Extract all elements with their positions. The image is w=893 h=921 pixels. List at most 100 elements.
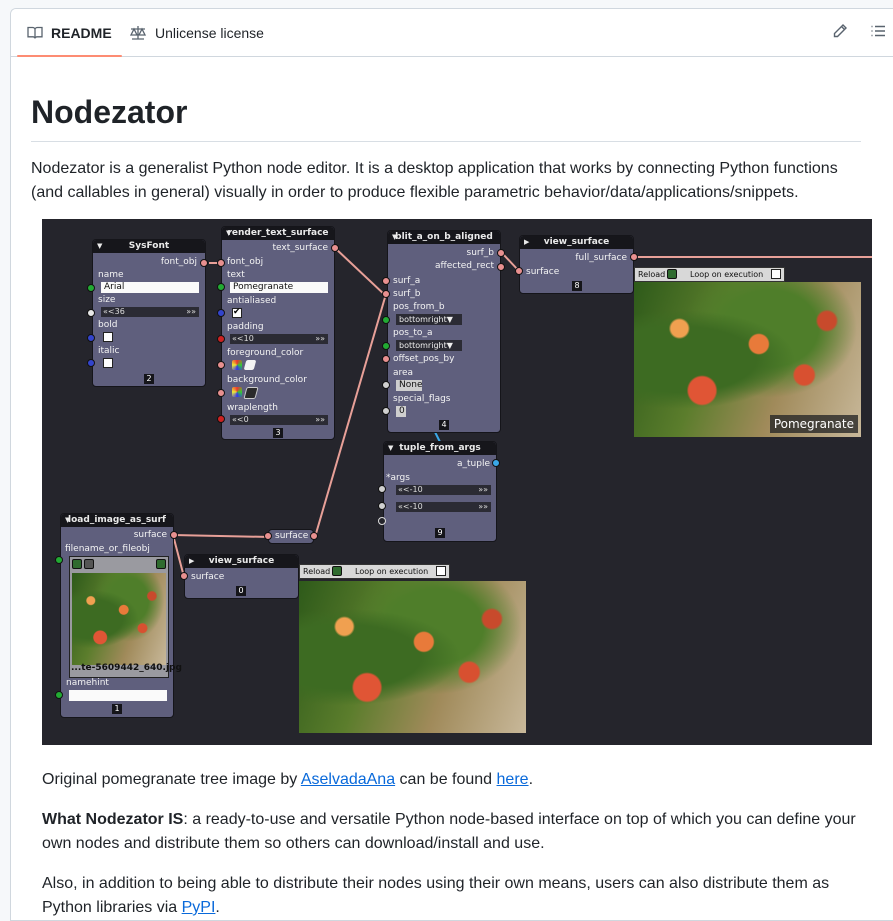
sysfont-name-field[interactable]: Arial [101, 282, 199, 293]
render-wrap-label: wraplength [227, 403, 278, 413]
socket[interactable] [497, 249, 505, 257]
reroute-node[interactable]: surface [268, 529, 314, 544]
render-bg-picker[interactable] [243, 387, 259, 399]
socket[interactable] [382, 277, 390, 285]
view8-output-label: full_surface [575, 253, 627, 263]
node-editor-screenshot: ▼ SysFont font_obj name Arial size «<36»»… [42, 219, 872, 745]
image-icon[interactable] [84, 559, 94, 569]
socket[interactable] [630, 253, 638, 261]
load-namehint-field[interactable] [69, 690, 167, 701]
socket[interactable] [87, 334, 95, 342]
node-load-image[interactable]: ▼ load_image_as_surf surface filename_or_… [60, 513, 182, 718]
socket[interactable] [310, 532, 318, 540]
socket[interactable] [378, 517, 386, 525]
sysfont-size-label: size [98, 295, 116, 305]
node-view-surface-0[interactable]: ▶ view_surface surface 0 [184, 554, 299, 599]
view8-reload-button[interactable]: Reload [638, 268, 665, 281]
load-output-label: surface [133, 530, 167, 540]
socket[interactable] [382, 407, 390, 415]
node-blit-aligned[interactable]: ▼ blit_a_on_b_aligned surf_b affected_rec… [387, 230, 501, 433]
render-padding-field[interactable]: «<10»» [230, 334, 328, 344]
socket[interactable] [87, 309, 95, 317]
list-icon [871, 25, 885, 37]
socket[interactable] [515, 267, 523, 275]
credit-before: Original pomegranate tree image by [42, 771, 301, 788]
socket[interactable] [217, 361, 225, 369]
page-title: Nodezator [31, 92, 861, 142]
refresh-icon[interactable] [156, 559, 166, 569]
blit-pos-to-a-select[interactable]: bottomright▼ [396, 340, 462, 351]
node-tuple-from-args[interactable]: ▼ tuple_from_args a_tuple *args «<-10»» «… [383, 441, 497, 542]
view8-refresh-icon[interactable] [667, 269, 677, 279]
pypi-link[interactable]: PyPI [182, 899, 216, 916]
socket[interactable] [497, 263, 505, 271]
load-file-preview[interactable] [69, 556, 169, 678]
socket[interactable] [200, 259, 208, 267]
sysfont-italic-checkbox[interactable] [103, 358, 113, 368]
socket[interactable] [87, 284, 95, 292]
socket[interactable] [55, 691, 63, 699]
render-antialiased-checkbox[interactable] [232, 307, 242, 318]
blit-area-field[interactable]: None [396, 380, 422, 391]
socket[interactable] [217, 335, 225, 343]
readme-tab-bar: README Unlicense license [11, 9, 893, 57]
tab-readme[interactable]: README [17, 9, 122, 57]
blit-surf-a-label: surf_a [393, 276, 421, 286]
socket[interactable] [382, 316, 390, 324]
socket[interactable] [378, 502, 386, 510]
socket[interactable] [382, 342, 390, 350]
render-fg-picker[interactable] [243, 360, 257, 370]
socket[interactable] [217, 309, 225, 317]
socket[interactable] [264, 532, 272, 540]
view0-reload-button[interactable]: Reload [303, 565, 330, 578]
blit-pos-to-a-label: pos_to_a [393, 328, 433, 338]
blit-special-label: special_flags [393, 394, 451, 404]
blit-pos-from-b-select[interactable]: bottomright▼ [396, 314, 462, 325]
socket[interactable] [217, 283, 225, 291]
socket[interactable] [378, 485, 386, 493]
sysfont-bold-checkbox[interactable] [103, 332, 113, 342]
view8-loop-checkbox[interactable] [771, 269, 781, 279]
socket[interactable] [217, 415, 225, 423]
socket[interactable] [331, 244, 339, 252]
socket[interactable] [170, 531, 178, 539]
render-bg-color[interactable] [232, 387, 242, 397]
node-render-text-surface[interactable]: ▼ render_text_surface text_surface font_o… [221, 226, 335, 440]
sysfont-size-field[interactable]: «<36»» [101, 307, 199, 317]
render-fg-color[interactable] [232, 360, 242, 370]
blit-pos-from-b-label: pos_from_b [393, 302, 445, 312]
socket[interactable] [55, 556, 63, 564]
view0-loop-checkbox[interactable] [436, 566, 446, 576]
socket[interactable] [217, 389, 225, 397]
view8-preview-image: Pomegranate [634, 282, 861, 437]
socket[interactable] [382, 381, 390, 389]
render-wrap-field[interactable]: «<0»» [230, 415, 328, 425]
socket[interactable] [180, 572, 188, 580]
node-sysfont[interactable]: ▼ SysFont font_obj name Arial size «<36»»… [92, 239, 206, 387]
view0-refresh-icon[interactable] [332, 566, 342, 576]
render-bg-label: background_color [227, 375, 307, 385]
view0-index: 0 [236, 586, 246, 596]
render-text-label: text [227, 270, 245, 280]
view8-index: 8 [572, 281, 582, 291]
blit-special-field[interactable]: 0 [396, 406, 406, 417]
edit-button[interactable] [832, 23, 852, 43]
folder-icon[interactable] [72, 559, 82, 569]
render-text-field[interactable]: Pomegranate [230, 282, 328, 293]
socket[interactable] [217, 259, 225, 267]
tuple-arg-2-field[interactable]: «<-10»» [396, 502, 491, 512]
socket[interactable] [382, 290, 390, 298]
socket[interactable] [382, 355, 390, 363]
socket[interactable] [492, 459, 500, 467]
author-link[interactable]: AselvadaAna [301, 771, 395, 788]
tab-license[interactable]: Unlicense license [129, 9, 264, 56]
tuple-arg-1-field[interactable]: «<-10»» [396, 485, 491, 495]
outline-button[interactable] [870, 23, 890, 43]
tab-readme-label: README [51, 24, 112, 41]
sysfont-output-label: font_obj [160, 257, 197, 267]
tuple-index: 9 [435, 528, 445, 538]
socket[interactable] [87, 359, 95, 367]
node-view-surface-8[interactable]: ▶ view_surface full_surface surface 8 [519, 235, 634, 294]
source-link[interactable]: here [497, 771, 529, 788]
render-antialiased-label: antialiased [227, 296, 277, 306]
